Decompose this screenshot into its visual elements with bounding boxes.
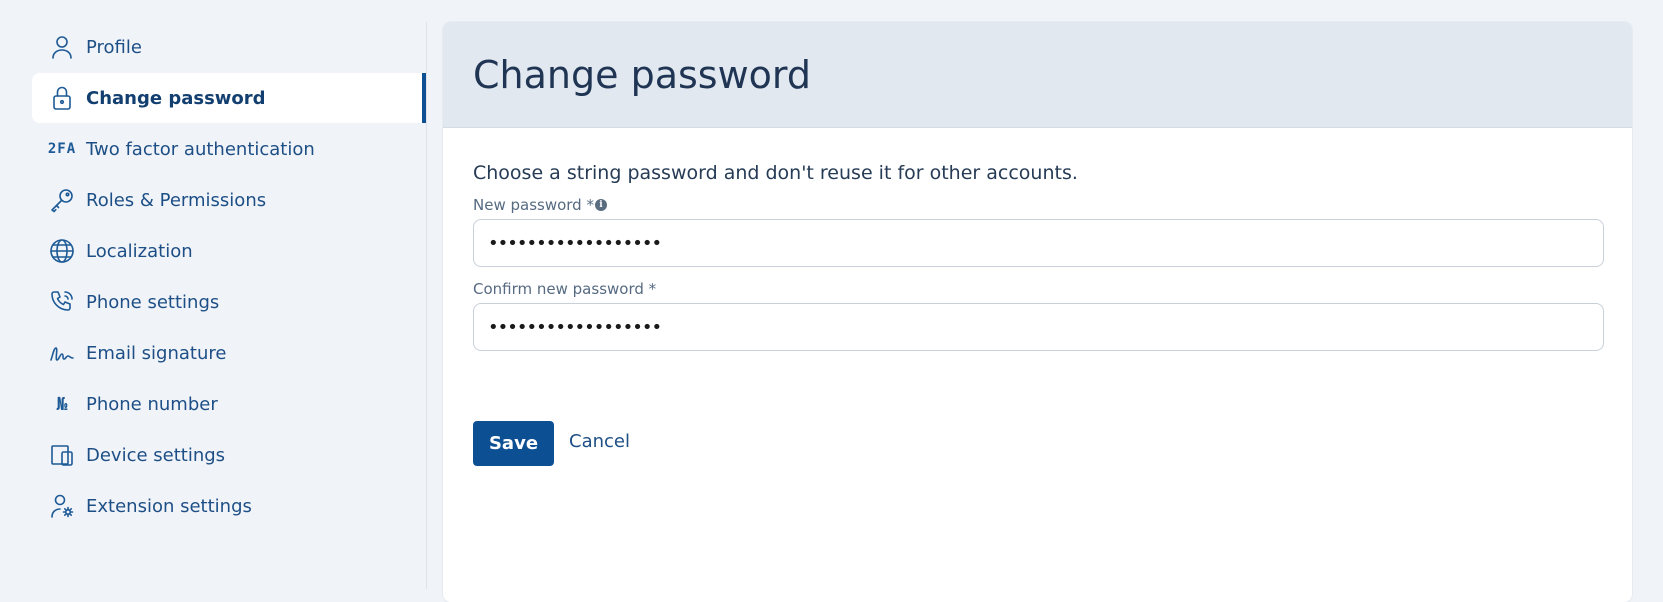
sidebar-item-label: Extension settings: [86, 495, 252, 517]
new-password-label-text: New password *: [473, 196, 594, 214]
info-icon[interactable]: i: [594, 199, 607, 211]
globe-icon: [48, 237, 76, 265]
signature-icon: [48, 339, 76, 367]
confirm-password-label-text: Confirm new password *: [473, 280, 657, 298]
settings-sidebar: Profile Change password 2FA Two factor a…: [32, 22, 426, 589]
sidebar-item-device-settings[interactable]: Device settings: [32, 430, 426, 480]
sidebar-item-two-factor[interactable]: 2FA Two factor authentication: [32, 124, 426, 174]
key-icon: [48, 186, 76, 214]
confirm-password-label: Confirm new password *: [473, 280, 656, 298]
sidebar-item-roles[interactable]: Roles & Permissions: [32, 175, 426, 225]
sidebar-item-profile[interactable]: Profile: [32, 22, 426, 72]
new-password-value: ••••••••••••••••••: [488, 232, 662, 254]
sidebar-item-label: Phone settings: [86, 291, 220, 313]
page-title: Change password: [473, 52, 811, 97]
device-icon: [48, 441, 76, 469]
sidebar-item-label: Email signature: [86, 342, 227, 364]
cancel-button[interactable]: Cancel: [569, 431, 630, 452]
sidebar-item-phone-number[interactable]: № Phone number: [32, 379, 426, 429]
sidebar-item-label: Phone number: [86, 393, 218, 415]
sidebar-item-localization[interactable]: Localization: [32, 226, 426, 276]
save-button[interactable]: Save: [473, 421, 554, 466]
sidebar-item-label: Two factor authentication: [86, 138, 315, 160]
2fa-icon: 2FA: [47, 141, 77, 157]
intro-text: Choose a string password and don't reuse…: [473, 162, 1078, 184]
card-header: Change password: [443, 22, 1632, 128]
sidebar-item-label: Change password: [86, 87, 266, 109]
new-password-field[interactable]: ••••••••••••••••••: [473, 219, 1604, 267]
confirm-password-value: ••••••••••••••••••: [488, 316, 662, 338]
sidebar-item-label: Device settings: [86, 444, 226, 466]
change-password-card: Change password Choose a string password…: [443, 22, 1632, 602]
phone-icon: [48, 288, 76, 316]
sidebar-item-phone-settings[interactable]: Phone settings: [32, 277, 426, 327]
confirm-password-field[interactable]: ••••••••••••••••••: [473, 303, 1604, 351]
numero-icon: №: [56, 393, 68, 415]
sidebar-divider: [426, 22, 427, 589]
lock-icon: [48, 84, 76, 112]
top-bar-remnant: [0, 0, 1663, 4]
sidebar-item-label: Profile: [86, 36, 142, 58]
user-gear-icon: [48, 492, 76, 520]
sidebar-item-email-signature[interactable]: Email signature: [32, 328, 426, 378]
sidebar-item-change-password[interactable]: Change password: [32, 73, 426, 123]
new-password-label: New password * i: [473, 196, 607, 214]
sidebar-item-extension-settings[interactable]: Extension settings: [32, 481, 426, 531]
sidebar-item-label: Localization: [86, 240, 193, 262]
user-icon: [48, 33, 76, 61]
sidebar-item-label: Roles & Permissions: [86, 189, 267, 211]
